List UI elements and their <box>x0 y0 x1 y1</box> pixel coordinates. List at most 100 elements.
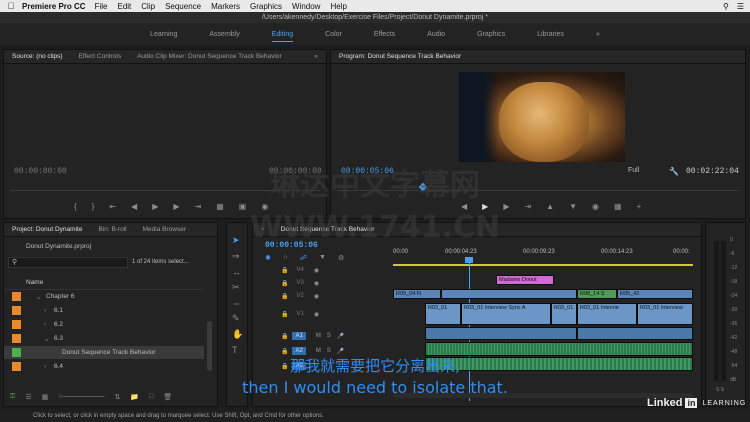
lock-icon[interactable]: 🔒 <box>281 311 288 318</box>
mic-icon[interactable]: 🎤 <box>337 333 344 340</box>
workspace-graphics[interactable]: Graphics <box>477 31 505 38</box>
clip-r03-d[interactable]: R03_01 Intervie <box>577 303 637 325</box>
solo-button[interactable]: S <box>327 333 331 339</box>
clip-r03-e[interactable]: R03_01 Interview <box>637 303 693 325</box>
menu-markers[interactable]: Markers <box>211 2 240 11</box>
lock-icon[interactable]: 🔒 <box>281 267 288 274</box>
meter-scale-label: -42 <box>730 335 738 341</box>
clip-r03-b[interactable]: R03_01 Interview Sync A <box>461 303 551 325</box>
clip-madame-donut[interactable]: Madame Donut <box>496 275 554 285</box>
column-header-name[interactable]: Name <box>26 279 43 286</box>
ruler-tick: 00:00:14:23 <box>601 249 633 255</box>
project-item-label: 6.2 <box>54 321 64 328</box>
menu-window[interactable]: Window <box>292 2 320 11</box>
clip-r09[interactable]: R09_04 Fi <box>393 289 441 299</box>
app-menu[interactable]: Premiere Pro CC <box>22 2 86 11</box>
workspace-editing[interactable]: Editing <box>271 31 294 42</box>
meter-scale-label: -12 <box>730 265 738 271</box>
label-color-swatch <box>12 306 21 315</box>
tab-effect-controls[interactable]: Effect Controls <box>71 53 130 60</box>
nest-icon[interactable]: ✺ <box>265 254 271 262</box>
menu-clip[interactable]: Clip <box>141 2 155 11</box>
audio-clip-a1b[interactable] <box>577 327 693 340</box>
mute-button[interactable]: M <box>316 348 321 354</box>
menu-sequence[interactable]: Sequence <box>165 2 201 11</box>
meter-scale-label: -30 <box>730 307 738 313</box>
meter-scale-label: -24 <box>730 293 738 299</box>
lock-icon[interactable]: 🔒 <box>281 293 288 300</box>
ruler-tick: 00:00:09:23 <box>523 249 555 255</box>
time-ruler[interactable]: 00:00 00:00:04:23 00:00:09:23 00:00:14:2… <box>393 247 693 266</box>
slip-tool-icon[interactable]: ⇔ <box>232 298 243 308</box>
workspace-libraries[interactable]: Libraries <box>537 31 564 38</box>
settings-wrench-icon[interactable]: ⚙ <box>338 254 344 262</box>
lock-icon[interactable]: 🔒 <box>281 280 288 287</box>
razor-tool-icon[interactable]: ✂ <box>232 282 243 293</box>
snap-icon[interactable]: ∩ <box>283 254 288 262</box>
playhead-handle[interactable] <box>465 257 473 263</box>
project-list-item[interactable]: ⌄ Chapter 6 <box>4 290 204 303</box>
ripple-edit-tool-icon[interactable]: ↔ <box>232 267 243 277</box>
track-header-v1: 🔒 V1 ◉ <box>253 307 391 321</box>
menu-edit[interactable]: Edit <box>117 2 131 11</box>
track-label: V3 <box>296 280 304 286</box>
timeline-tools: ✺ ∩ ☍ ▼ ⚙ <box>265 254 344 262</box>
hand-tool-icon[interactable]: ✋ <box>232 329 243 340</box>
clip-r03-c[interactable]: R03_01 <box>551 303 577 325</box>
disclosure-chevron-icon[interactable]: ⌄ <box>44 335 49 343</box>
track-select-tool-icon[interactable]: ⇒ <box>232 251 243 262</box>
menu-graphics[interactable]: Graphics <box>250 2 282 11</box>
disclosure-chevron-icon[interactable]: › <box>44 307 46 314</box>
track-label[interactable]: A1 <box>292 332 306 340</box>
window-title: /Users/akennedy/Desktop/Exercise Files/P… <box>0 12 750 23</box>
label-color-swatch <box>12 292 21 301</box>
workspace-more-button[interactable]: » <box>596 31 600 38</box>
watermark-url: WWW.1741.CN <box>249 210 501 245</box>
tab-audio-clip-mixer[interactable]: Audio Clip Mixer: Donut Sequence Track B… <box>129 53 290 60</box>
linked-selection-icon[interactable]: ☍ <box>300 254 307 262</box>
mic-icon[interactable]: 🎤 <box>337 348 344 355</box>
project-list-item[interactable]: › 6.1 <box>4 304 204 317</box>
disclosure-chevron-icon[interactable]: ⌄ <box>36 293 41 301</box>
workspace-effects[interactable]: Effects <box>374 31 395 38</box>
project-list-item[interactable]: ⌄ 6.3 <box>4 332 204 345</box>
project-list-item[interactable]: › 6.2 <box>4 318 204 331</box>
search-icon[interactable]: ⚲ <box>723 2 729 11</box>
audio-clip-a1[interactable] <box>425 327 577 340</box>
menu-file[interactable]: File <box>95 2 108 11</box>
clip-r08[interactable]: R08_14 S <box>577 289 617 299</box>
ruler-tick: 00:00:04:23 <box>445 249 477 255</box>
add-marker-icon[interactable]: ▼ <box>319 254 326 262</box>
audio-clip-a2[interactable] <box>425 342 693 356</box>
tab-program[interactable]: Program: Donut Sequence Track Behavior <box>331 53 469 60</box>
menu-help[interactable]: Help <box>330 2 346 11</box>
eye-icon[interactable]: ◉ <box>314 311 319 318</box>
workspace-learning[interactable]: Learning <box>150 31 177 38</box>
workspace-assembly[interactable]: Assembly <box>209 31 239 38</box>
mac-menu-bar:  Premiere Pro CC File Edit Clip Sequenc… <box>0 0 750 12</box>
lock-icon[interactable]: 🔒 <box>281 348 288 355</box>
track-header-v4: 🔒 V4 ◉ <box>253 263 391 277</box>
workspace-audio[interactable]: Audio <box>427 31 445 38</box>
clip-r05[interactable]: R05_42 <box>617 289 693 299</box>
program-video-frame[interactable] <box>459 72 625 162</box>
track-label: V1 <box>296 311 304 317</box>
workspace-color[interactable]: Color <box>325 31 342 38</box>
apple-icon[interactable]:  <box>0 1 22 11</box>
search-input[interactable]: ⚲ <box>8 257 128 268</box>
list-icon[interactable]: ☰ <box>737 2 744 11</box>
mute-button[interactable]: M <box>316 333 321 339</box>
eye-icon[interactable]: ◉ <box>314 293 319 300</box>
lock-icon[interactable]: 🔒 <box>281 333 288 340</box>
clip-v2-filler[interactable] <box>441 289 577 299</box>
eye-icon[interactable]: ◉ <box>314 267 319 274</box>
type-tool-icon[interactable]: T <box>232 345 243 355</box>
panel-expand-icon[interactable]: » <box>306 53 326 60</box>
eye-icon[interactable]: ◉ <box>314 280 319 287</box>
tab-source[interactable]: Source: (no clips) <box>4 53 71 60</box>
pen-tool-icon[interactable]: ✎ <box>232 313 243 324</box>
track-label[interactable]: A2 <box>292 347 306 355</box>
solo-button[interactable]: S <box>327 348 331 354</box>
clip-r03-a[interactable]: R03_01 <box>425 303 461 325</box>
disclosure-chevron-icon[interactable]: › <box>44 321 46 328</box>
